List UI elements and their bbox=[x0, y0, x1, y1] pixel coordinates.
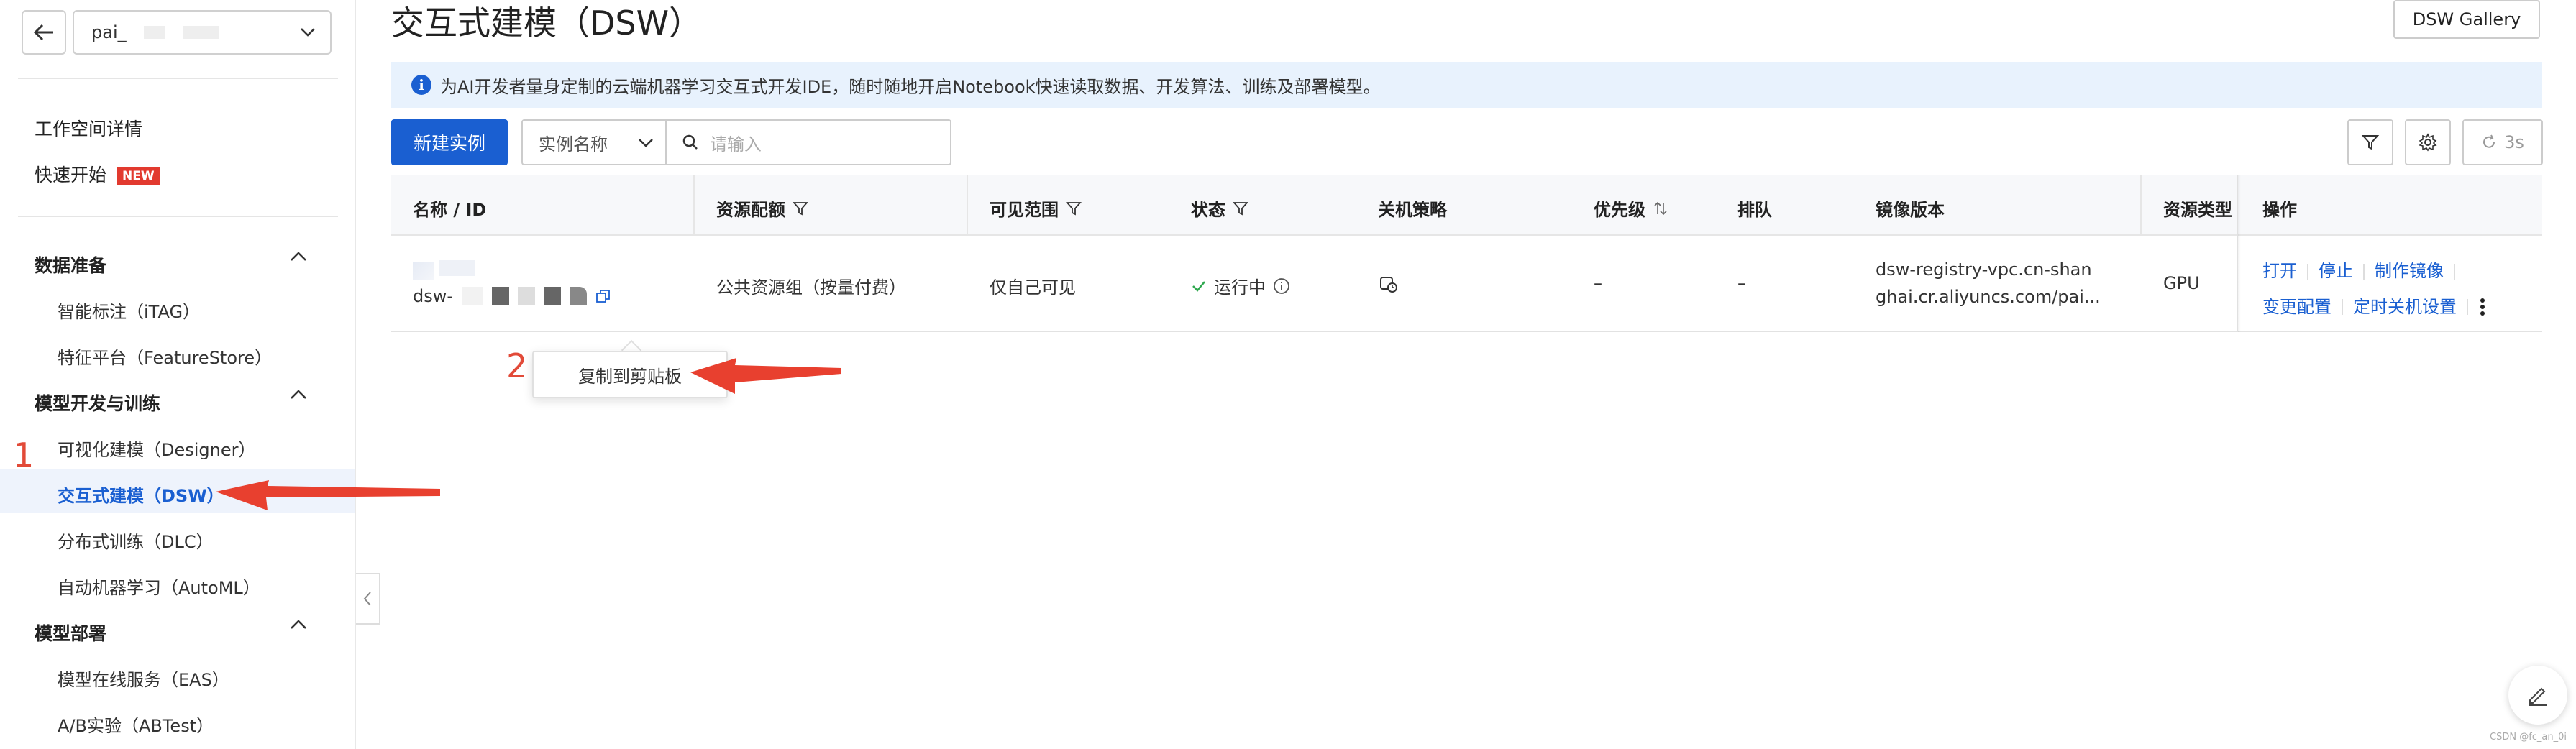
watermark: CSDN @fc_an_0i bbox=[2490, 732, 2567, 743]
annotation-arrows bbox=[216, 358, 841, 510]
annotation-arrow-1 bbox=[216, 480, 440, 510]
annotation-arrow-2 bbox=[690, 358, 841, 394]
feedback-button[interactable] bbox=[2508, 666, 2567, 725]
edit-icon bbox=[2529, 687, 2547, 706]
